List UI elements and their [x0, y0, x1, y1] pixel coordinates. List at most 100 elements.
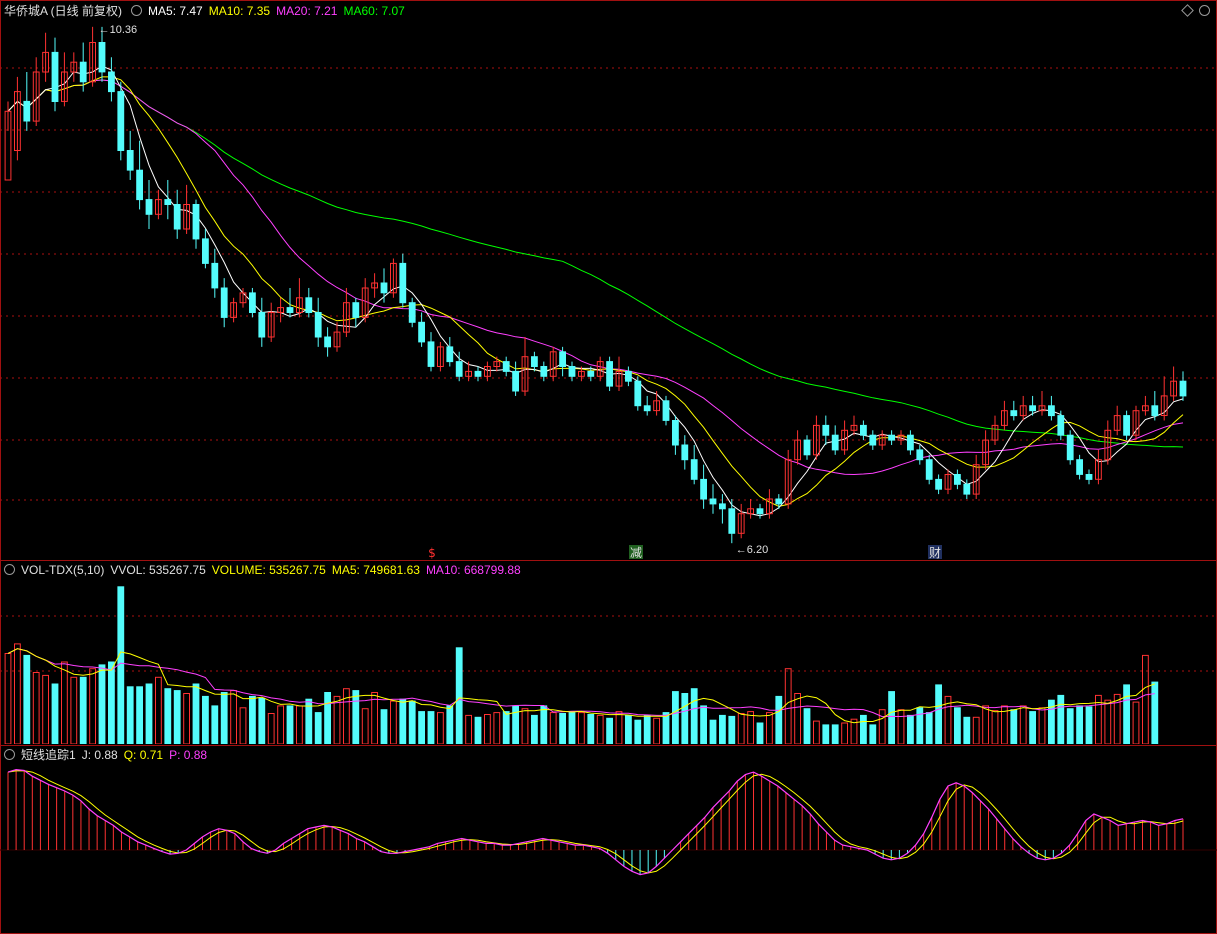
volume-bar-down: [690, 688, 698, 744]
candle-down: [136, 169, 143, 201]
volume-bar-up: [333, 695, 341, 744]
candle-down: [98, 42, 106, 73]
volume-bar-up: [1132, 701, 1140, 744]
candle-down: [1010, 410, 1018, 417]
marker-label-1: 减: [630, 546, 642, 560]
separator-2: [0, 745, 1217, 746]
volume-bar-up: [183, 693, 190, 744]
vol-dropdown-icon[interactable]: [4, 564, 15, 575]
candle-down: [79, 61, 87, 83]
candle-down: [1085, 474, 1093, 480]
candle-down: [662, 400, 670, 421]
volume-bar-down: [220, 692, 228, 744]
vol-name: VOL-TDX(5,10): [21, 563, 105, 577]
volume-bar-up: [70, 676, 78, 744]
candle-down: [1123, 415, 1130, 436]
volume-label: VOLUME: 535267.75: [211, 563, 326, 577]
candle-down: [756, 508, 764, 515]
ma5-line: [7, 65, 1184, 517]
candle-down: [925, 459, 933, 480]
candle-down: [408, 302, 416, 323]
ind-dropdown-icon[interactable]: [4, 749, 15, 760]
volume-bar-up: [897, 709, 905, 744]
candle-down: [51, 51, 59, 102]
candle-down: [888, 434, 896, 441]
ma60-line: [7, 79, 1184, 448]
candle-down: [1029, 405, 1036, 412]
marker-label-2: 财: [929, 546, 941, 560]
volume-bar-up: [484, 714, 491, 744]
volume-bar-down: [164, 688, 172, 744]
volume-bar-down: [559, 713, 567, 744]
candle-down: [502, 361, 510, 372]
volume-bar-down: [888, 691, 896, 744]
volume-bar-down: [399, 698, 407, 744]
candle-down: [192, 204, 200, 240]
volume-bar-up: [596, 714, 604, 744]
volume-bar-down: [822, 724, 830, 744]
volume-bar-down: [502, 711, 510, 744]
volume-bar-up: [813, 720, 820, 744]
volume-bar-up: [766, 712, 773, 744]
candle-down: [954, 474, 961, 485]
volume-bar-up: [32, 672, 40, 744]
volume-bar-up: [578, 712, 585, 744]
volume-bar-down: [202, 695, 209, 744]
candle-down: [427, 341, 435, 367]
volume-bar-down: [192, 683, 200, 744]
volume-bar-down: [427, 711, 435, 744]
volume-bar-down: [700, 705, 708, 744]
indicator-chart: [0, 768, 1217, 876]
separator-1: [0, 560, 1217, 561]
price-chart: ←10.36 ←6.20 $ 减 财: [0, 24, 1217, 560]
volume-bar-down: [108, 661, 115, 744]
candle-down: [709, 498, 717, 505]
volume-bar-down: [860, 714, 867, 744]
volume-bar-down: [474, 716, 482, 744]
volume-bar-up: [549, 712, 557, 744]
candle-down: [963, 483, 971, 495]
volume-bar-down: [455, 647, 463, 744]
vol-ma5-label: MA5: 749681.63: [331, 563, 420, 577]
volume-bar-up: [1142, 654, 1149, 744]
volume-bar-up: [390, 700, 397, 744]
volume-bar-down: [634, 719, 642, 744]
candle-down: [249, 292, 256, 313]
volume-bar-up: [794, 693, 802, 744]
volume-bar-up: [230, 690, 237, 744]
volume-bar-down: [408, 700, 416, 744]
volume-bar-down: [719, 714, 726, 744]
volume-bar-up: [239, 707, 247, 744]
volume-bar-up: [267, 713, 275, 744]
volume-bar-down: [1076, 705, 1083, 744]
candle-down: [305, 297, 313, 313]
candle-down: [324, 336, 332, 348]
candle-down: [1179, 380, 1187, 397]
candle-down: [286, 307, 294, 314]
volume-bar-up: [1038, 707, 1046, 744]
candle-down: [860, 424, 867, 436]
volume-bar-down: [963, 716, 971, 744]
volume-bar-up: [361, 708, 369, 744]
candle-down: [1076, 459, 1083, 475]
volume-bar-down: [380, 709, 388, 744]
candle-down: [681, 444, 689, 461]
candle-down: [728, 508, 736, 534]
volume-bar-down: [51, 683, 59, 744]
candle-down: [643, 405, 651, 412]
candle-down: [1048, 405, 1055, 417]
volume-bar-down: [211, 705, 219, 744]
candle-down: [531, 356, 538, 368]
volume-bar-down: [1029, 711, 1036, 744]
candle-down: [1066, 434, 1074, 461]
candle-down: [719, 503, 726, 510]
candle-down: [625, 370, 632, 382]
volume-bar-up: [4, 653, 12, 744]
candle-down: [869, 434, 877, 446]
volume-bar-up: [14, 643, 21, 744]
volume-bar-down: [775, 695, 783, 744]
candle-down: [690, 459, 698, 480]
volume-bar-down: [352, 690, 360, 744]
volume-bar-up: [784, 668, 792, 744]
candle-down: [399, 262, 407, 304]
